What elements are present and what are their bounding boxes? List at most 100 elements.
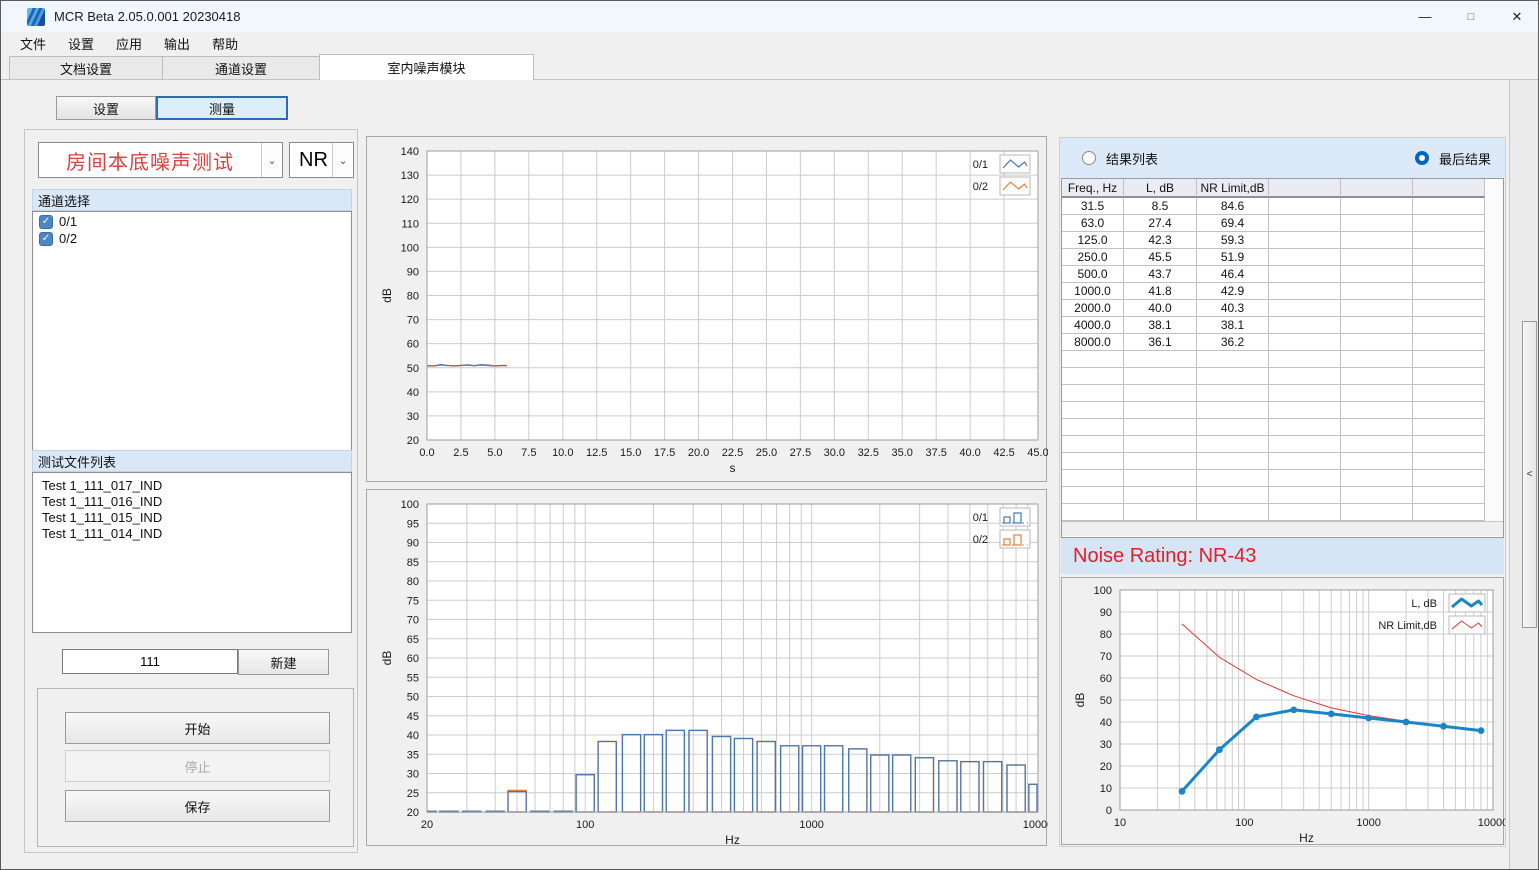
svg-text:95: 95 <box>407 518 419 530</box>
table-row[interactable]: 8000.036.136.2 <box>1062 334 1503 351</box>
table-row[interactable]: 500.043.746.4 <box>1062 266 1503 283</box>
menu-item-4[interactable]: 帮助 <box>201 34 249 53</box>
svg-text:dB: dB <box>1073 693 1087 708</box>
table-row[interactable]: 4000.038.138.1 <box>1062 317 1503 334</box>
window-title: MCR Beta 2.05.0.001 20230418 <box>54 9 240 24</box>
svg-text:0/2: 0/2 <box>973 181 988 193</box>
svg-text:s: s <box>730 461 736 475</box>
table-row[interactable]: 250.045.551.9 <box>1062 249 1503 266</box>
minimize-button[interactable]: — <box>1402 1 1448 32</box>
svg-text:70: 70 <box>407 315 419 327</box>
svg-text:5.0: 5.0 <box>487 447 502 459</box>
checkbox-icon[interactable]: ✓ <box>39 232 53 246</box>
table-row[interactable] <box>1062 504 1503 521</box>
svg-text:10000: 10000 <box>1023 819 1048 831</box>
nr-curve-chart: 010203040506070809010010100100010000dBHz… <box>1061 577 1504 845</box>
svg-text:Hz: Hz <box>1299 831 1314 845</box>
table-cell <box>1269 300 1341 317</box>
table-cell: 4000.0 <box>1062 317 1124 334</box>
svg-text:30: 30 <box>407 411 419 423</box>
chevron-down-icon[interactable]: ⌄ <box>261 143 282 177</box>
table-row[interactable] <box>1062 436 1503 453</box>
table-cell <box>1269 249 1341 266</box>
table-row[interactable] <box>1062 453 1503 470</box>
svg-text:70: 70 <box>1100 651 1112 663</box>
subtab-measure[interactable]: 测量 <box>156 96 288 120</box>
table-row[interactable] <box>1062 419 1503 436</box>
stop-button: 停止 <box>65 750 330 782</box>
table-cell <box>1062 368 1124 385</box>
tab-2[interactable]: 室内噪声模块 <box>319 54 534 80</box>
table-row[interactable]: 2000.040.040.3 <box>1062 300 1503 317</box>
table-row[interactable] <box>1062 351 1503 368</box>
tab-1[interactable]: 通道设置 <box>162 56 320 79</box>
svg-text:20.0: 20.0 <box>688 447 709 459</box>
table-cell <box>1269 419 1341 436</box>
table-cell: 38.1 <box>1197 317 1269 334</box>
checkbox-icon[interactable]: ✓ <box>39 215 53 229</box>
close-button[interactable]: ✕ <box>1494 1 1539 32</box>
file-item[interactable]: Test 1_111_015_IND <box>33 509 351 525</box>
menu-item-0[interactable]: 文件 <box>9 34 57 53</box>
result-list-radio[interactable] <box>1082 151 1096 165</box>
table-cell <box>1341 215 1413 232</box>
svg-text:2.5: 2.5 <box>453 447 468 459</box>
file-item[interactable]: Test 1_111_016_IND <box>33 493 351 509</box>
table-cell: NR Limit,dB <box>1197 179 1269 198</box>
table-row[interactable] <box>1062 470 1503 487</box>
svg-text:0: 0 <box>1106 805 1112 817</box>
menu-item-2[interactable]: 应用 <box>105 34 153 53</box>
last-result-radio[interactable] <box>1415 151 1429 165</box>
table-row[interactable] <box>1062 487 1503 504</box>
start-button[interactable]: 开始 <box>65 712 330 744</box>
table-cell: 125.0 <box>1062 232 1124 249</box>
table-row[interactable] <box>1062 385 1503 402</box>
svg-text:30: 30 <box>407 769 419 781</box>
menu-item-3[interactable]: 输出 <box>153 34 201 53</box>
maximize-button[interactable]: □ <box>1448 1 1494 32</box>
table-row[interactable]: 1000.041.842.9 <box>1062 283 1503 300</box>
table-header-row: Freq., HzL, dBNR Limit,dB <box>1062 179 1503 198</box>
new-button[interactable]: 新建 <box>238 649 329 675</box>
table-cell <box>1269 436 1341 453</box>
menu-item-1[interactable]: 设置 <box>57 34 105 53</box>
channel-row[interactable]: ✓0/1 <box>33 212 351 229</box>
svg-text:40.0: 40.0 <box>959 447 980 459</box>
file-item[interactable]: Test 1_111_017_IND <box>33 477 351 493</box>
table-row[interactable]: 31.58.584.6 <box>1062 198 1503 215</box>
table-cell <box>1197 368 1269 385</box>
svg-text:60: 60 <box>407 653 419 665</box>
table-row[interactable] <box>1062 368 1503 385</box>
table-cell <box>1341 198 1413 215</box>
svg-text:12.5: 12.5 <box>586 447 607 459</box>
table-cell <box>1413 232 1485 249</box>
table-row[interactable] <box>1062 402 1503 419</box>
file-prefix-input[interactable] <box>62 649 238 674</box>
table-cell <box>1269 368 1341 385</box>
results-panel: 结果列表 最后结果 Freq., HzL, dBNR Limit,dB31.58… <box>1059 137 1506 847</box>
time-history-chart: 20304050607080901001101201301400.02.55.0… <box>366 136 1047 482</box>
table-row[interactable]: 63.027.469.4 <box>1062 215 1503 232</box>
svg-text:40: 40 <box>407 730 419 742</box>
panel-collapse-splitter[interactable]: < <box>1522 321 1537 628</box>
table-cell: 31.5 <box>1062 198 1124 215</box>
svg-text:100: 100 <box>401 499 419 511</box>
svg-text:100: 100 <box>576 819 594 831</box>
chevron-down-icon[interactable]: ⌄ <box>332 143 353 177</box>
test-type-dropdown[interactable]: 房间本底噪声测试 ⌄ <box>38 142 283 178</box>
svg-text:130: 130 <box>401 170 419 182</box>
chart-svg: 010203040506070809010010100100010000dBHz… <box>1062 578 1505 846</box>
file-item[interactable]: Test 1_111_014_IND <box>33 525 351 541</box>
table-row[interactable]: 125.042.359.3 <box>1062 232 1503 249</box>
table-cell: 8.5 <box>1124 198 1197 215</box>
table-cell <box>1341 487 1413 504</box>
channel-row[interactable]: ✓0/2 <box>33 229 351 246</box>
save-button[interactable]: 保存 <box>65 790 330 822</box>
tab-0[interactable]: 文档设置 <box>9 56 163 79</box>
subtab-settings[interactable]: 设置 <box>56 96 156 120</box>
table-cell: 63.0 <box>1062 215 1124 232</box>
rating-type-dropdown[interactable]: NR ⌄ <box>289 142 354 178</box>
table-cell <box>1062 385 1124 402</box>
table-cell <box>1341 300 1413 317</box>
svg-text:10: 10 <box>1100 783 1112 795</box>
